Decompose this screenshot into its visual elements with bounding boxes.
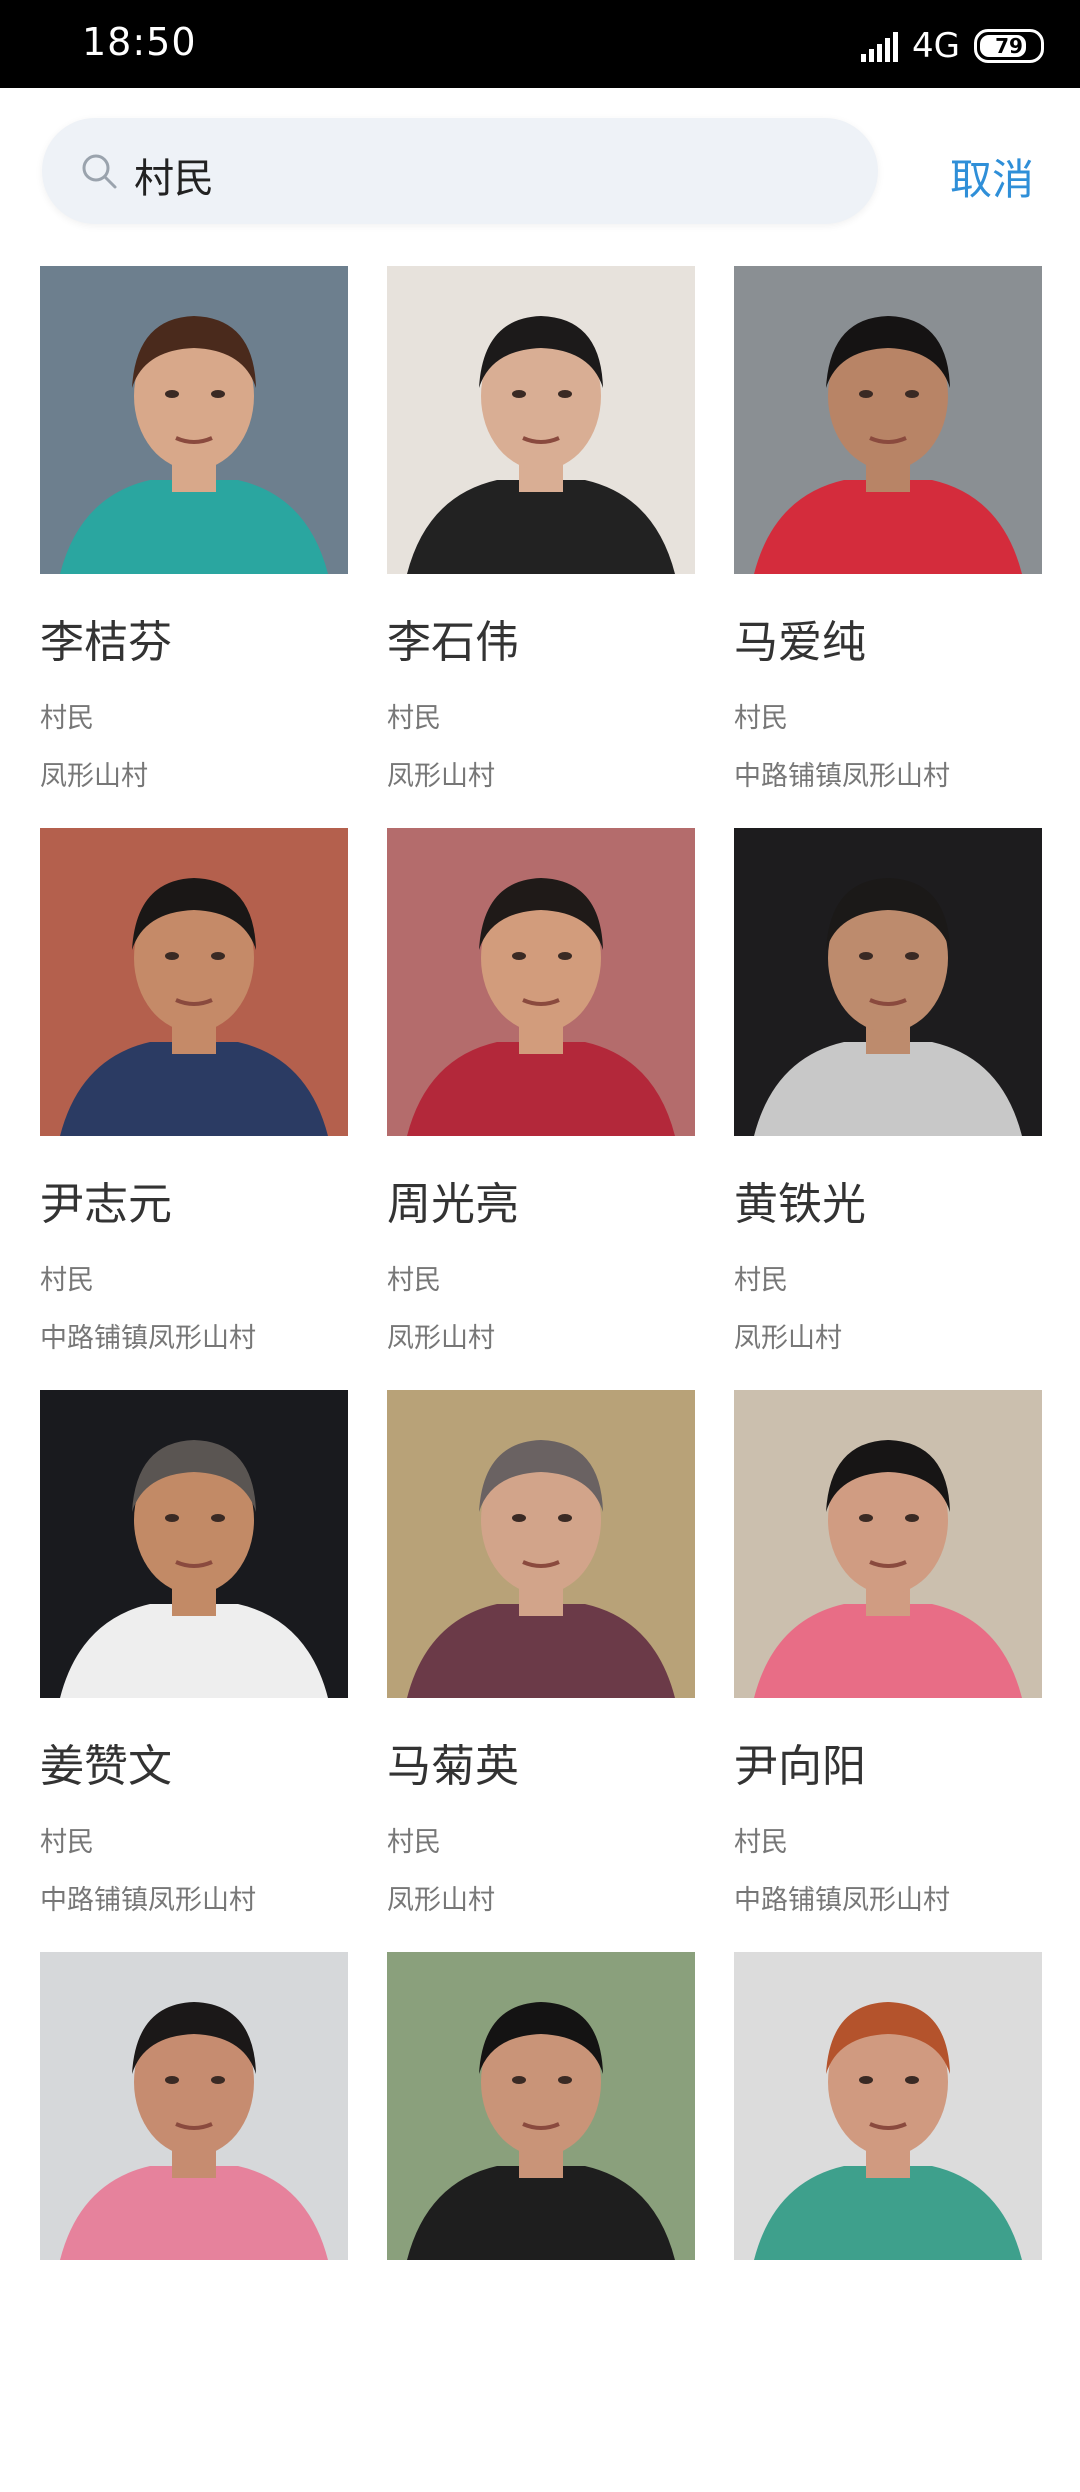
person-role: 村民	[734, 1265, 788, 1296]
person-role: 村民	[387, 703, 441, 734]
person-photo[interactable]	[387, 1952, 695, 2260]
person-role: 村民	[734, 1827, 788, 1858]
person-photo[interactable]	[734, 1952, 1042, 2260]
person-card[interactable]: 马菊英 村民 凤形山村	[387, 1390, 695, 1930]
search-input[interactable]: 村民	[42, 118, 878, 224]
person-card[interactable]	[734, 1952, 1042, 2492]
person-card[interactable]	[387, 1952, 695, 2492]
person-card[interactable]	[40, 1952, 348, 2492]
search-bar: 村民 取消	[0, 88, 1080, 248]
person-photo[interactable]	[734, 266, 1042, 574]
status-time: 18:50	[82, 20, 197, 64]
search-icon	[82, 154, 117, 189]
person-village: 凤形山村	[40, 761, 148, 792]
person-name: 马菊英	[387, 1741, 519, 1792]
person-card[interactable]: 周光亮 村民 凤形山村	[387, 828, 695, 1368]
person-photo[interactable]	[40, 1390, 348, 1698]
person-photo[interactable]	[734, 828, 1042, 1136]
cancel-button[interactable]: 取消	[950, 146, 1034, 207]
person-name: 李桔芬	[40, 617, 172, 668]
person-village: 中路铺镇凤形山村	[734, 761, 950, 792]
status-bar: 18:50 4G 79	[0, 0, 1080, 88]
search-query: 村民	[134, 156, 214, 202]
person-photo[interactable]	[387, 828, 695, 1136]
battery-icon: 79	[974, 29, 1044, 63]
person-card[interactable]: 黄铁光 村民 凤形山村	[734, 828, 1042, 1368]
person-photo[interactable]	[40, 266, 348, 574]
person-village: 凤形山村	[734, 1323, 842, 1354]
person-name: 尹向阳	[734, 1741, 866, 1792]
person-photo[interactable]	[387, 266, 695, 574]
person-photo[interactable]	[40, 1952, 348, 2260]
person-role: 村民	[40, 1827, 94, 1858]
person-name: 黄铁光	[734, 1179, 866, 1230]
person-name: 姜赞文	[40, 1741, 172, 1792]
person-photo[interactable]	[387, 1390, 695, 1698]
person-role: 村民	[40, 703, 94, 734]
network-type: 4G	[912, 26, 960, 66]
person-village: 中路铺镇凤形山村	[40, 1885, 256, 1916]
person-name: 李石伟	[387, 617, 519, 668]
person-photo[interactable]	[40, 828, 348, 1136]
person-name: 尹志元	[40, 1179, 172, 1230]
person-card[interactable]: 尹志元村民中路铺镇凤形山村	[40, 828, 348, 1368]
person-village: 凤形山村	[387, 1323, 495, 1354]
person-role: 村民	[387, 1827, 441, 1858]
signal-icon	[861, 30, 899, 62]
battery-percent: 79	[995, 34, 1023, 58]
person-card[interactable]: 尹向阳村民中路铺镇凤形山村	[734, 1390, 1042, 1930]
person-village: 中路铺镇凤形山村	[734, 1885, 950, 1916]
person-card[interactable]: 马爱纯村民中路铺镇凤形山村	[734, 266, 1042, 806]
person-name: 周光亮	[387, 1179, 519, 1230]
person-village: 中路铺镇凤形山村	[40, 1323, 256, 1354]
person-photo[interactable]	[734, 1390, 1042, 1698]
person-card[interactable]: 李桔芬 村民 凤形山村	[40, 266, 348, 806]
status-indicators: 4G 79	[861, 26, 1044, 66]
person-role: 村民	[40, 1265, 94, 1296]
person-village: 凤形山村	[387, 761, 495, 792]
person-role: 村民	[734, 703, 788, 734]
person-card[interactable]: 姜赞文村民中路铺镇凤形山村	[40, 1390, 348, 1930]
person-role: 村民	[387, 1265, 441, 1296]
person-name: 马爱纯	[734, 617, 866, 668]
person-card[interactable]: 李石伟 村民 凤形山村	[387, 266, 695, 806]
person-village: 凤形山村	[387, 1885, 495, 1916]
